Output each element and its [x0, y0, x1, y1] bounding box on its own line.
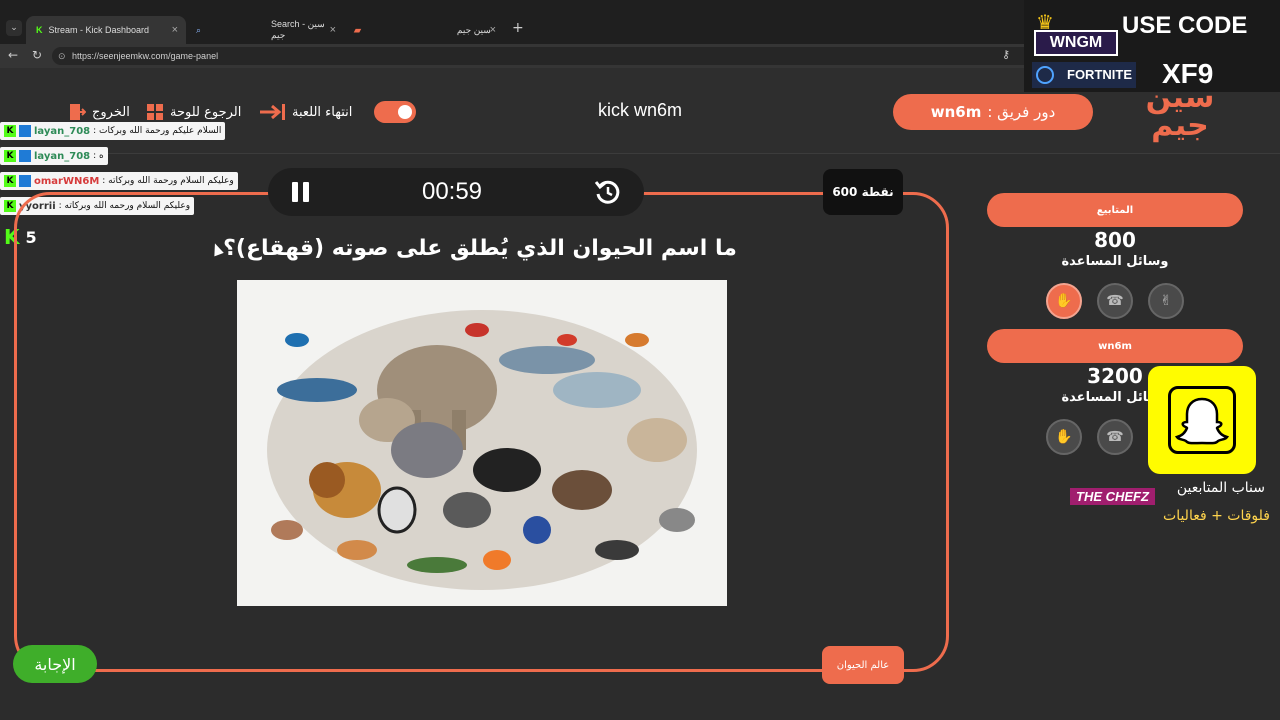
- settings-toggle[interactable]: [374, 101, 416, 123]
- team-name-badge: wn6m: [987, 329, 1243, 363]
- fortnite-text: FORTNITE: [1067, 67, 1132, 82]
- tab-label: Stream - Kick Dashboard: [48, 25, 150, 35]
- back-to-board-link[interactable]: الرجوع للوحة: [146, 100, 241, 124]
- tab-search[interactable]: ⌕ Search - سين جيم ×: [186, 16, 344, 44]
- pause-icon[interactable]: [290, 180, 312, 204]
- peace-hand-icon[interactable]: ✌: [1148, 283, 1184, 319]
- close-icon[interactable]: ×: [490, 24, 496, 36]
- close-icon[interactable]: ×: [330, 24, 336, 36]
- back-icon[interactable]: ←: [8, 48, 18, 62]
- kick-icon: K: [36, 25, 43, 35]
- moderator-badge-icon: [19, 150, 31, 162]
- kick-badge-icon: K: [4, 200, 16, 212]
- points-badge: 600 نقطة: [823, 169, 903, 215]
- team-score: 800: [1094, 228, 1136, 252]
- wngm-logo: WNGM: [1034, 30, 1118, 56]
- end-game-label: انتهاء اللعبة: [292, 104, 353, 120]
- seenjeem-favicon: ▰: [354, 24, 361, 35]
- chat-message: K layan_708 ه :: [0, 147, 108, 165]
- fortnite-logo: FORTNITE: [1032, 62, 1136, 88]
- kick-badge-icon: K: [4, 150, 16, 162]
- seenjeem-logo: سين جيم: [1145, 80, 1215, 143]
- raise-hand-icon[interactable]: ✋: [1046, 283, 1082, 319]
- reset-timer-icon[interactable]: [594, 178, 622, 206]
- moderator-badge-icon: [19, 175, 31, 187]
- chat-text: السلام عليكم ورحمة الله وبركات :: [93, 126, 222, 136]
- chat-text: ه :: [93, 151, 104, 161]
- rocket-league-icon: [1036, 66, 1054, 84]
- chat-username: layan_708: [34, 150, 91, 162]
- thechefz-logo: THE CHEFZ: [1070, 488, 1155, 505]
- tab-label: Search - سين جيم: [271, 19, 325, 40]
- exit-label: الخروج: [92, 104, 130, 120]
- arrow-right-icon: [260, 104, 285, 120]
- question-image: [237, 280, 727, 606]
- timer-value: 00:59: [421, 178, 483, 205]
- turn-label: دور فريق :: [987, 103, 1056, 121]
- phone-call-icon[interactable]: ☎: [1097, 283, 1133, 319]
- use-code-text: USE CODE: [1122, 12, 1248, 39]
- aids-label: وسائل المساعدة: [1061, 254, 1169, 269]
- turn-team: wn6m: [930, 103, 982, 121]
- close-icon[interactable]: ×: [172, 24, 178, 36]
- kick-badge-icon: K: [4, 175, 16, 187]
- url-field[interactable]: ⊙ https://seenjeemkw.com/game-panel: [52, 47, 1032, 65]
- grid-icon: [147, 104, 163, 120]
- exit-link[interactable]: الخروج: [68, 100, 130, 124]
- creator-code: XF9: [1162, 58, 1214, 89]
- team-name-badge: المتابيع: [987, 193, 1243, 227]
- new-tab-icon[interactable]: +: [512, 20, 524, 36]
- page-title: kick wn6m: [597, 100, 682, 120]
- answer-button[interactable]: الإجابة: [13, 645, 97, 683]
- search-icon: ⌕: [196, 24, 202, 35]
- category-badge: عالم الحيوان: [822, 646, 904, 684]
- phone-call-icon[interactable]: ☎: [1097, 419, 1133, 455]
- back-to-board-label: الرجوع للوحة: [170, 104, 242, 120]
- tab-label: سين جيم: [456, 24, 491, 35]
- exit-icon: [70, 104, 86, 120]
- key-icon[interactable]: ⚷: [1002, 48, 1010, 61]
- chat-username: omarWN6M: [34, 175, 100, 187]
- chat-message: K layan_708 السلام عليكم ورحمة الله وبرك…: [0, 122, 226, 140]
- url-text: https://seenjeemkw.com/game-panel: [72, 51, 219, 61]
- kick-badge-icon: K: [4, 125, 16, 137]
- snapchat-ghost-icon: [1168, 386, 1236, 454]
- chat-username: layan_708: [34, 125, 91, 137]
- reload-icon[interactable]: ↻: [32, 48, 42, 62]
- chat-message: K omarWN6M وعليكم السلام ورحمة الله وبرك…: [0, 172, 238, 190]
- tab-seenjeem[interactable]: ▰ سين جيم ×: [344, 16, 504, 44]
- team-turn-badge: دور فريق : wn6m: [893, 94, 1093, 130]
- site-info-icon: ⊙: [58, 51, 66, 61]
- end-game-link[interactable]: انتهاء اللعبة: [258, 100, 352, 124]
- vlogs-events-text: فلوقات + فعاليات: [1163, 508, 1270, 524]
- tab-kick-dashboard[interactable]: K Stream - Kick Dashboard ×: [26, 16, 186, 44]
- chat-text: وعليكم السلام ورحمة الله وبركاته :: [102, 176, 234, 186]
- question-text: ما اسم الحيوان الذي يُطلق على صوته (قهقا…: [223, 236, 737, 261]
- raise-hand-icon[interactable]: ✋: [1046, 419, 1082, 455]
- tab-list-icon[interactable]: ⌄: [6, 20, 22, 36]
- animals-illustration: [237, 280, 727, 606]
- moderator-badge-icon: [19, 125, 31, 137]
